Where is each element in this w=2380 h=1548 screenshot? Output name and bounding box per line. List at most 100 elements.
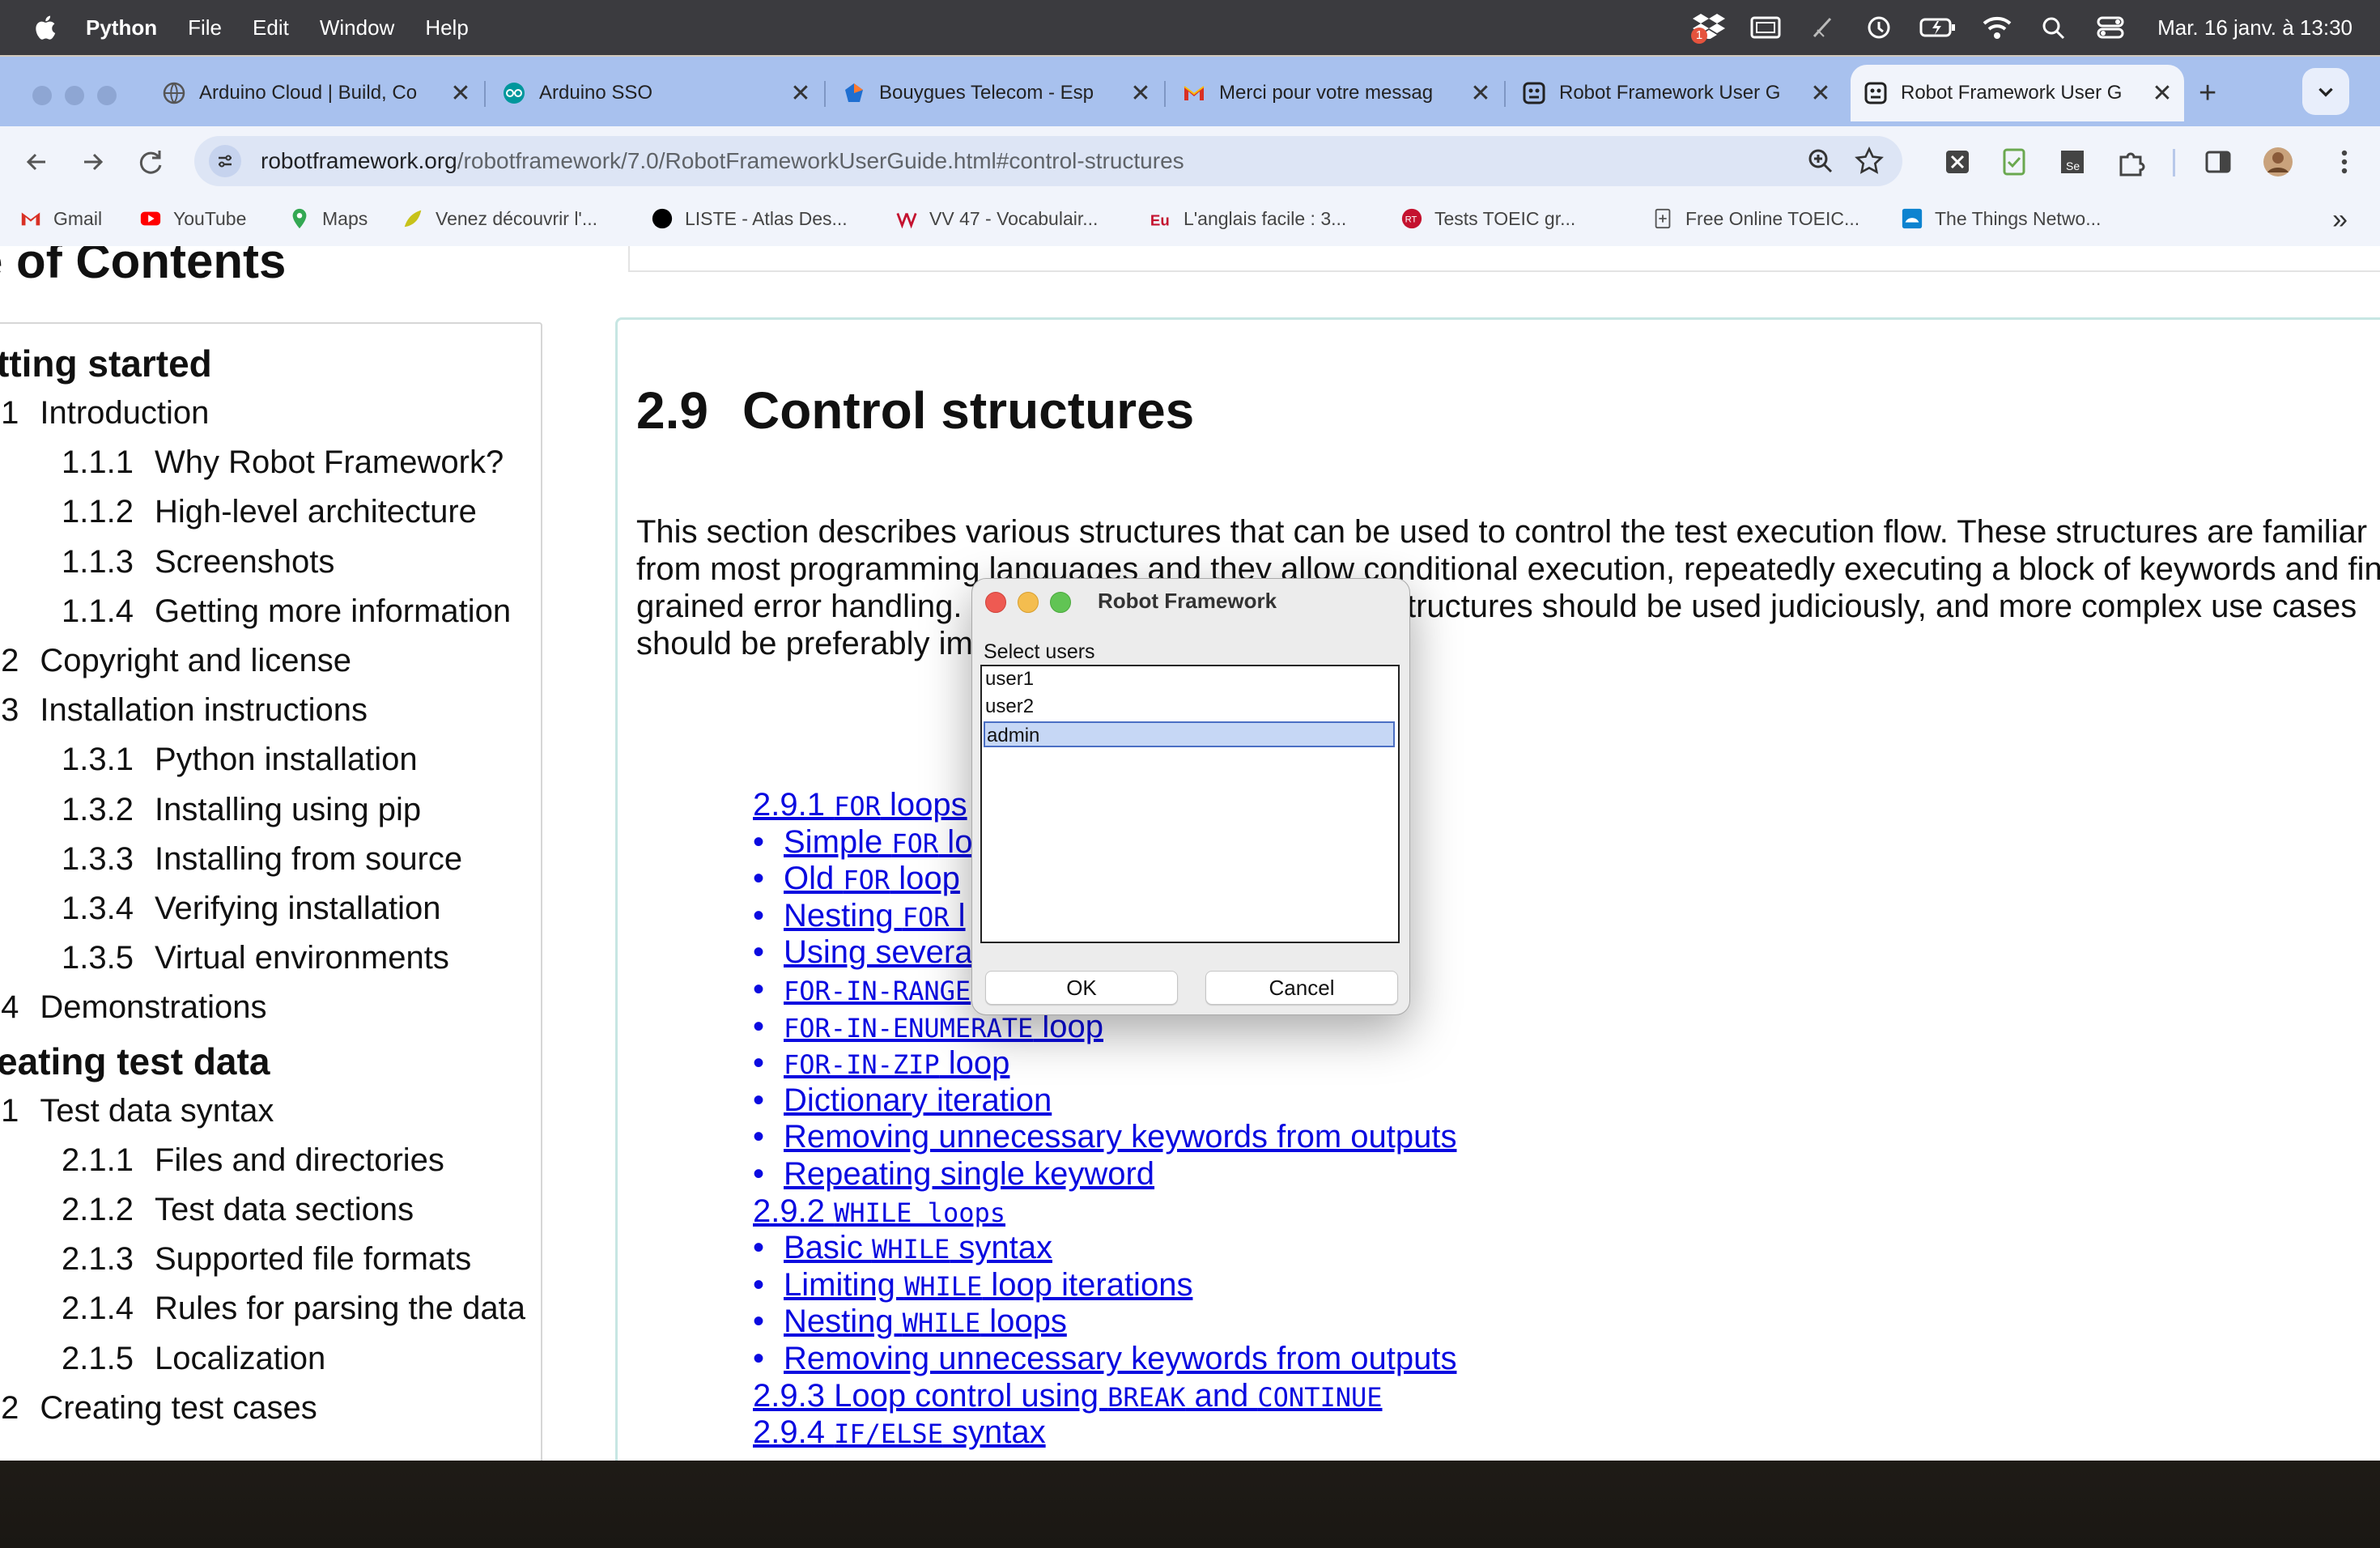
toc-bullet-link[interactable]: • Removing unnecessary keywords from outp…: [753, 1119, 1456, 1155]
tab-close-icon[interactable]: ✕: [2150, 79, 2174, 108]
toc-item[interactable]: 2.1.5 Localization: [62, 1341, 325, 1377]
link-text[interactable]: Using severa: [784, 934, 972, 970]
tab-gmail[interactable]: Merci pour votre messag ✕: [1169, 65, 1502, 121]
toc-bullet-link[interactable]: • Nesting WHILE loops: [753, 1303, 1067, 1340]
toc-bullet-link[interactable]: • Limiting WHILE loop iterations: [753, 1267, 1192, 1303]
toc-bullet-link[interactable]: • Using severa: [753, 934, 972, 971]
toc-bullet-link[interactable]: • Repeating single keyword: [753, 1156, 1154, 1193]
toc-item[interactable]: 1.3.1 Python installation: [62, 742, 418, 778]
bookmark-free-online-toeic[interactable]: Free Online TOEIC...: [1651, 207, 1859, 230]
toc-bullet-link[interactable]: • Basic WHILE syntax: [753, 1230, 1052, 1266]
window-zoom-button[interactable]: [97, 86, 117, 105]
window-minimize-button[interactable]: [65, 86, 84, 105]
toc-item[interactable]: .1 Test data syntax: [0, 1093, 274, 1129]
cancel-button[interactable]: Cancel: [1205, 971, 1398, 1005]
more-menu-icon[interactable]: [2328, 146, 2361, 178]
list-item-user1[interactable]: user1: [984, 666, 1396, 692]
pen-off-icon[interactable]: [1806, 14, 1838, 41]
link-text[interactable]: Nesting WHILE loops: [784, 1303, 1067, 1339]
tab-robot-framework-1[interactable]: Robot Framework User G ✕: [1509, 65, 1842, 121]
back-arrow-icon[interactable]: [19, 144, 55, 180]
bookmarks-overflow-button[interactable]: »: [2332, 204, 2348, 236]
link-text[interactable]: 2.9.2 WHILE loops: [753, 1193, 1005, 1229]
tab-arduino-sso[interactable]: Arduino SSO ✕: [489, 65, 822, 121]
tab-robot-framework-active[interactable]: Robot Framework User G ✕: [1851, 65, 2184, 121]
toc-bullet-link[interactable]: • Dictionary iteration: [753, 1082, 1052, 1119]
link-text[interactable]: 2.9.4 IF/ELSE syntax: [753, 1414, 1046, 1450]
toc-item[interactable]: 2.1.3 Supported file formats: [62, 1241, 471, 1278]
tab-close-icon[interactable]: ✕: [1808, 79, 1833, 108]
wifi-icon[interactable]: [1981, 14, 2013, 41]
menu-help[interactable]: Help: [425, 15, 468, 40]
toc-item[interactable]: .2 Creating test cases: [0, 1390, 317, 1427]
battery-icon[interactable]: [1919, 14, 1957, 41]
forward-arrow-icon[interactable]: [74, 144, 110, 180]
bookmark-vv47[interactable]: VV 47 - Vocabulair...: [895, 207, 1098, 230]
subsection-link[interactable]: 2.9.1 FOR loops: [753, 787, 967, 823]
tab-search-button[interactable]: [2302, 68, 2349, 115]
dialog-zoom-button[interactable]: [1050, 592, 1071, 613]
toc-item[interactable]: 1.3.4 Verifying installation: [62, 891, 441, 927]
tab-close-icon[interactable]: ✕: [448, 79, 473, 108]
toc-bullet-link[interactable]: • Nesting FOR l: [753, 898, 966, 934]
tab-close-icon[interactable]: ✕: [1468, 79, 1493, 108]
time-machine-icon[interactable]: [1863, 14, 1895, 41]
link-text[interactable]: Removing unnecessary keywords from outpu…: [784, 1119, 1456, 1155]
toc-item[interactable]: .4 Demonstrations: [0, 989, 266, 1026]
link-text[interactable]: Nesting FOR l: [784, 898, 966, 933]
zoom-icon[interactable]: [1805, 146, 1836, 176]
toc-item[interactable]: .2 Copyright and license: [0, 643, 351, 679]
reload-icon[interactable]: [133, 144, 168, 180]
bookmark-venez-decouvrir[interactable]: Venez découvrir l'...: [402, 207, 597, 230]
link-text[interactable]: Limiting WHILE loop iterations: [784, 1267, 1192, 1303]
subsection-link[interactable]: 2.9.3 Loop control using BREAK and CONTI…: [753, 1378, 1383, 1414]
toc-item[interactable]: 2.1.4 Rules for parsing the data: [62, 1291, 525, 1327]
subsection-link[interactable]: 2.9.4 IF/ELSE syntax: [753, 1414, 1046, 1451]
address-bar[interactable]: robotframework.org/robotframework/7.0/Ro…: [194, 136, 1902, 186]
bookmark-star-icon[interactable]: [1854, 146, 1885, 176]
link-text[interactable]: Repeating single keyword: [784, 1156, 1154, 1192]
dialog-close-button[interactable]: [985, 592, 1006, 613]
menu-edit[interactable]: Edit: [253, 15, 289, 40]
link-text[interactable]: Simple FOR lo: [784, 824, 972, 860]
extensions-puzzle-icon[interactable]: [2114, 146, 2147, 178]
tab-close-icon[interactable]: ✕: [1128, 79, 1153, 108]
tab-close-icon[interactable]: ✕: [788, 79, 813, 108]
link-text[interactable]: Removing unnecessary keywords from outpu…: [784, 1341, 1456, 1376]
control-center-icon[interactable]: [2094, 14, 2127, 41]
checklist-extension-icon[interactable]: [1998, 146, 2030, 178]
link-text[interactable]: 2.9.1 FOR loops: [753, 787, 967, 823]
bookmark-liste-atlas[interactable]: LISTE - Atlas Des...: [651, 207, 848, 230]
bookmark-anglais-facile[interactable]: Eu L'anglais facile : 3...: [1150, 207, 1346, 230]
excel-extension-icon[interactable]: [1941, 146, 1974, 178]
toc-item[interactable]: 1.3.2 Installing using pip: [62, 792, 421, 828]
toc-item[interactable]: 2.1.1 Files and directories: [62, 1142, 444, 1179]
link-text[interactable]: Old FOR loop: [784, 861, 960, 896]
tab-bouygues[interactable]: Bouygues Telecom - Esp ✕: [829, 65, 1162, 121]
dropbox-status[interactable]: 1: [1691, 11, 1726, 44]
dialog-titlebar[interactable]: Robot Framework: [972, 579, 1409, 624]
toc-item[interactable]: 2.1.2 Test data sections: [62, 1192, 414, 1228]
bookmark-gmail[interactable]: Gmail: [19, 207, 102, 230]
link-text[interactable]: Dictionary iteration: [784, 1082, 1052, 1118]
menu-window[interactable]: Window: [320, 15, 394, 40]
url-text[interactable]: robotframework.org/robotframework/7.0/Ro…: [261, 148, 1184, 174]
link-text[interactable]: Basic WHILE syntax: [784, 1230, 1052, 1265]
toc-item[interactable]: 1.3.5 Virtual environments: [62, 940, 449, 976]
menu-bar-clock[interactable]: Mar. 16 janv. à 13:30: [2157, 15, 2352, 40]
toc-bullet-link[interactable]: • Simple FOR lo: [753, 824, 972, 861]
selenium-ide-icon[interactable]: Se: [2056, 146, 2089, 178]
subsection-link[interactable]: 2.9.2 WHILE loops: [753, 1193, 1005, 1230]
toc-item[interactable]: 1.1.4 Getting more information: [62, 593, 511, 630]
toc-item[interactable]: 1.1.2 High-level architecture: [62, 494, 477, 530]
toc-item[interactable]: tting started: [0, 342, 212, 385]
toc-item[interactable]: 1.1.1 Why Robot Framework?: [62, 444, 504, 481]
toc-bullet-link[interactable]: • Removing unnecessary keywords from outp…: [753, 1341, 1456, 1377]
list-item-admin[interactable]: admin: [984, 721, 1395, 747]
bookmark-maps[interactable]: Maps: [288, 207, 368, 230]
menu-file[interactable]: File: [188, 15, 222, 40]
list-item-user2[interactable]: user2: [984, 694, 1396, 720]
link-text[interactable]: 2.9.3 Loop control using BREAK and CONTI…: [753, 1378, 1383, 1414]
toc-item[interactable]: 1.3.3 Installing from source: [62, 841, 462, 878]
toc-item[interactable]: 1.1.3 Screenshots: [62, 544, 334, 580]
